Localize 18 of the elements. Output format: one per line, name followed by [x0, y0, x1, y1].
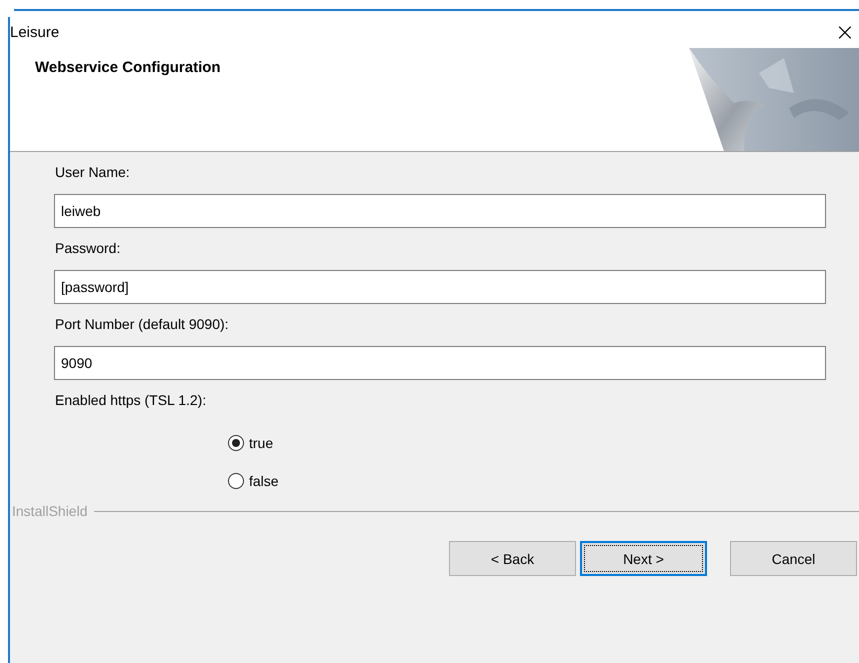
field-label: Port Number (default 9090):: [55, 316, 230, 332]
window-title: Leisure: [10, 24, 60, 40]
input-field[interactable]: leiweb: [54, 194, 826, 228]
radio-label: true: [249, 435, 274, 451]
radio-button[interactable]: [228, 473, 244, 489]
radio-button[interactable]: [228, 435, 244, 451]
close-button[interactable]: ×: [834, 20, 859, 44]
field-label: Enabled https (TSL 1.2):: [55, 392, 208, 408]
dialog-button[interactable]: Cancel: [730, 541, 857, 576]
field-label: User Name:: [55, 164, 131, 180]
field-label: Password:: [55, 240, 122, 256]
input-field[interactable]: 9090: [54, 346, 826, 380]
input-field[interactable]: [password]: [54, 270, 826, 304]
page-heading: Webservice Configuration: [35, 59, 221, 78]
brand-label: InstallShield: [12, 503, 88, 519]
dialog-button[interactable]: < Back: [449, 541, 576, 576]
dialog-button[interactable]: Next >: [580, 541, 707, 576]
radio-label: false: [249, 473, 279, 489]
